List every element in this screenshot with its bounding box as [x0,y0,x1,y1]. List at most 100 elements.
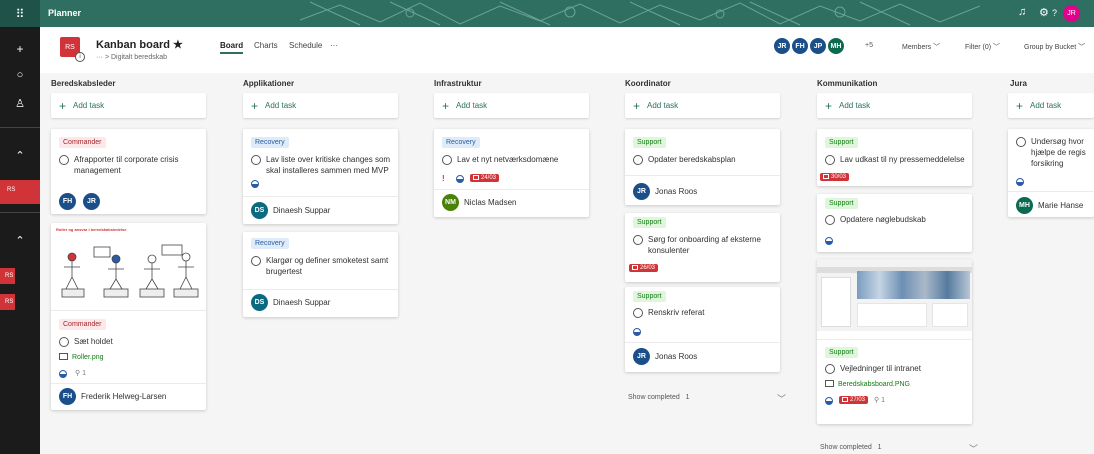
task-card[interactable]: Support Opdatere nøglebudskab [817,194,972,252]
task-card[interactable]: Support Opdater beredskabsplan JR Jonas … [625,129,780,205]
group-by-dropdown[interactable]: Group by Bucket ﹀ [1024,42,1085,52]
task-card[interactable]: Undersøg hvor hjælpe de regis forsikring… [1008,129,1094,217]
assignee[interactable]: FH Frederik Helweg-Larsen [59,388,166,405]
rail-plan-rs[interactable]: RS [0,294,15,310]
complete-checkbox[interactable] [59,337,69,347]
app-name[interactable]: Planner [48,8,81,18]
progress-icon[interactable] [59,370,67,378]
complete-checkbox[interactable] [251,155,261,165]
bucket-title[interactable]: Jura [1010,79,1027,88]
progress-icon[interactable] [251,180,259,188]
bucket-title[interactable]: Koordinator [625,79,671,88]
assignee[interactable]: DS Dinaesh Suppar [251,202,330,219]
urgent-icon: ! [442,174,445,183]
app-launcher-icon[interactable]: ⠿ [0,0,40,27]
assignee-avatar[interactable]: JR [83,193,100,210]
assignee[interactable]: JR Jonas Roos [633,183,697,200]
gear-icon[interactable]: ⚙ [1039,6,1049,19]
complete-checkbox[interactable] [1016,137,1026,147]
show-completed-toggle[interactable]: Show completed 1 [820,444,881,451]
plus-icon: + [59,98,67,113]
rail-plan-rs[interactable]: RS [0,268,15,284]
task-card[interactable]: Support Sørg for onboarding af eksterne … [625,213,780,282]
hub-icon[interactable]: ○ [0,69,40,81]
complete-checkbox[interactable] [633,235,643,245]
rail-divider [0,127,40,128]
member-avatar[interactable]: JP [809,37,827,55]
chevron-down-icon[interactable]: ﹀ [969,442,978,454]
assignee[interactable]: NM Niclas Madsen [442,194,516,211]
tab-schedule[interactable]: Schedule [289,41,322,50]
chevron-down-icon[interactable]: ﹀ [777,392,786,405]
star-icon[interactable]: ★ [173,39,183,51]
tab-charts[interactable]: Charts [254,41,278,50]
complete-checkbox[interactable] [633,155,643,165]
complete-checkbox[interactable] [825,155,835,165]
members-dropdown[interactable]: Members ﹀ [902,42,940,52]
assignee-avatar: MH [1016,197,1033,214]
task-label: Support [633,137,666,148]
member-avatar[interactable]: MH [827,37,845,55]
bucket-title[interactable]: Infrastruktur [434,79,482,88]
info-icon[interactable]: i [75,52,85,62]
progress-icon[interactable] [633,328,641,336]
image-icon [59,353,68,360]
progress-icon[interactable] [1016,178,1024,186]
task-card[interactable]: Support Renskriv referat JR Jonas Roos [625,287,780,372]
progress-icon[interactable] [456,175,464,183]
assignee-avatar[interactable]: FH [59,193,76,210]
more-members-count[interactable]: +5 [865,42,873,49]
progress-icon[interactable] [825,237,833,245]
plan-header: RS i Kanban board ★ ··· > Digitalt bered… [40,27,1094,73]
complete-checkbox[interactable] [825,215,835,225]
chevron-up-icon[interactable]: ⌃ [0,149,40,162]
bell-icon[interactable]: ♫ [1018,6,1026,18]
show-completed-toggle[interactable]: Show completed 1 [628,394,689,401]
attachment-link[interactable]: Beredskabsboard.PNG [825,380,910,388]
task-card[interactable]: Roller og ansvar i beredskabsledelse Com… [51,223,206,410]
complete-checkbox[interactable] [442,155,452,165]
assignee[interactable]: MH Marie Hanse [1016,197,1083,214]
new-plan-icon[interactable]: + [0,42,40,56]
task-card[interactable]: Support Lav udkast til ny pressemeddelel… [817,129,972,186]
member-avatar[interactable]: JR [773,37,791,55]
add-task-button[interactable]: + Add task [51,93,206,118]
add-task-button[interactable]: + Add task [817,93,972,118]
chevron-up-icon[interactable]: ⌃ [0,234,40,247]
add-task-button[interactable]: + Add task [1008,93,1094,118]
assignee[interactable]: JR Jonas Roos [633,348,697,365]
task-card[interactable]: Recovery Lav liste over kritiske changes… [243,129,398,224]
complete-checkbox[interactable] [251,256,261,266]
task-card[interactable]: Recovery Klargør og definer smoketest sa… [243,232,398,317]
person-icon[interactable]: ♙ [0,97,40,110]
task-label: Support [825,198,858,209]
task-label: Recovery [251,238,289,249]
user-avatar[interactable]: JR [1063,5,1080,22]
progress-icon[interactable] [825,397,833,405]
task-title: Renskriv referat [648,308,705,317]
attachment-link[interactable]: Roller.png [59,353,104,361]
task-card[interactable]: Recovery Lav et nyt netværksdomæne ! 24/… [434,129,589,217]
task-label: Support [825,137,858,148]
task-label: Support [825,347,858,358]
tab-board[interactable]: Board [220,41,244,54]
add-task-button[interactable]: + Add task [243,93,398,118]
bucket-title[interactable]: Kommunikation [817,79,877,88]
help-icon[interactable]: ? [1052,8,1057,18]
add-task-button[interactable]: + Add task [434,93,589,118]
bucket-title[interactable]: Applikationer [243,79,294,88]
filter-dropdown[interactable]: Filter (0) ﹀ [965,42,1000,52]
roles-illustration [61,244,199,298]
complete-checkbox[interactable] [825,364,835,374]
complete-checkbox[interactable] [633,308,643,318]
assignee[interactable]: DS Dinaesh Suppar [251,294,330,311]
bucket-title[interactable]: Beredskabsleder [51,79,115,88]
complete-checkbox[interactable] [59,155,69,165]
breadcrumb[interactable]: ··· > Digitalt beredskab [96,54,167,61]
add-task-button[interactable]: + Add task [625,93,780,118]
task-card[interactable]: Support Vejledninger til intranet Bereds… [817,259,972,424]
more-tabs-button[interactable]: ··· [330,41,338,50]
task-card[interactable]: Commander Afrapporter til corporate cris… [51,129,206,214]
member-avatar[interactable]: FH [791,37,809,55]
rail-plan-rs[interactable]: RS [0,187,40,193]
